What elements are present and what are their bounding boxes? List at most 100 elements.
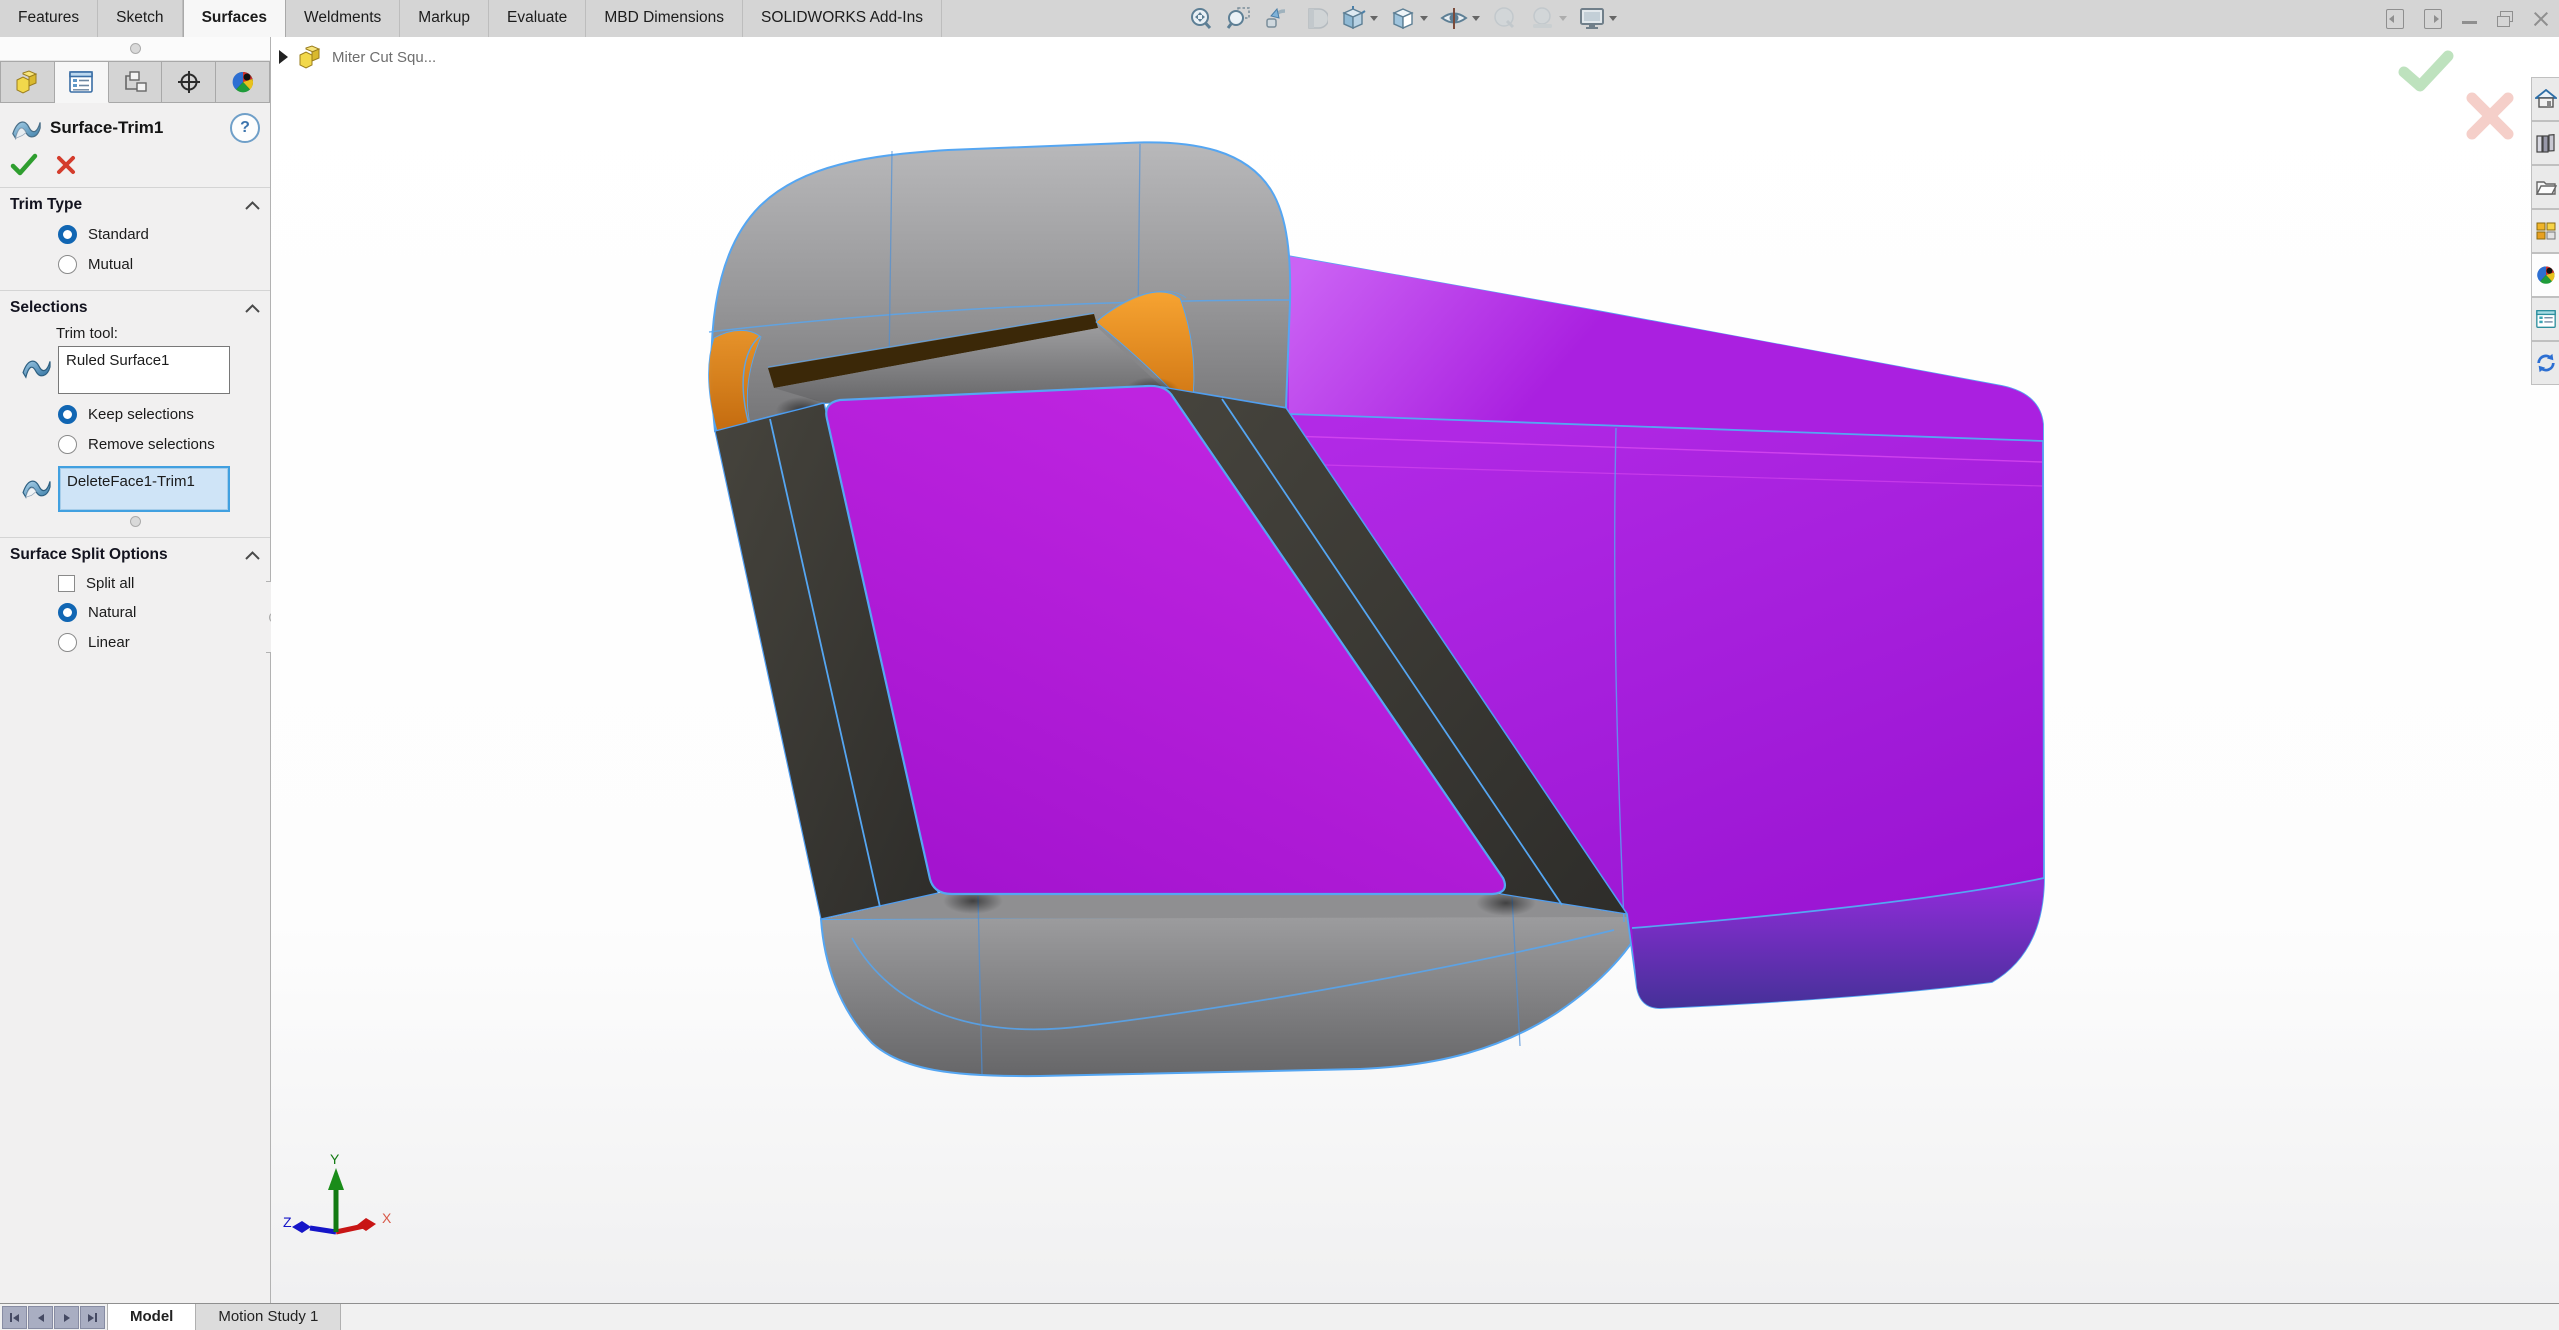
radio-linear[interactable]: Linear	[58, 633, 260, 652]
checkbox-split-all[interactable]: Split all	[58, 575, 260, 592]
solidworks-window: Features Sketch Surfaces Weldments Marku…	[0, 0, 2559, 1330]
selections-title: Selections	[10, 299, 88, 316]
trim-type-header[interactable]: Trim Type	[10, 196, 260, 214]
triad-y-arrow	[328, 1168, 344, 1190]
tab-features[interactable]: Features	[0, 0, 99, 37]
tab-property-manager[interactable]	[54, 61, 109, 103]
collapse-chevron-icon[interactable]	[245, 303, 260, 313]
radio-remove-label: Remove selections	[88, 436, 215, 453]
apply-scene-icon[interactable]	[1527, 3, 1569, 34]
tab-mbd-dimensions[interactable]: MBD Dimensions	[586, 0, 744, 37]
appearances-scenes-icon[interactable]	[2531, 253, 2559, 297]
radio-standard[interactable]: Standard	[58, 225, 260, 244]
last-tab-button[interactable]	[80, 1306, 105, 1329]
command-manager-bar: Features Sketch Surfaces Weldments Marku…	[0, 0, 2559, 38]
trim-tool-row: Ruled Surface1	[16, 346, 252, 394]
display-style-icon[interactable]	[1387, 3, 1430, 34]
design-library-icon[interactable]	[2531, 121, 2559, 165]
triad-z-arrow	[292, 1221, 311, 1233]
tab-model[interactable]: Model	[107, 1304, 197, 1330]
triad-y-label: Y	[330, 1151, 340, 1167]
radio-natural[interactable]: Natural	[58, 603, 260, 622]
view-palette-icon[interactable]	[2531, 209, 2559, 253]
solidworks-forum-icon[interactable]	[2531, 341, 2559, 385]
radio-remove-selections[interactable]: Remove selections	[58, 435, 260, 454]
first-tab-button[interactable]	[2, 1306, 27, 1329]
keep-surface-icon	[16, 466, 58, 500]
radio-mutual[interactable]: Mutual	[58, 255, 260, 274]
home-icon[interactable]	[2531, 77, 2559, 121]
tab-motion-study[interactable]: Motion Study 1	[196, 1304, 342, 1330]
graphics-area[interactable]: Miter Cut Squ... Y Z X	[271, 37, 2559, 1303]
radio-standard-circle[interactable]	[58, 225, 77, 244]
coordinate-triad: Y Z X	[283, 1151, 392, 1235]
panel-resize-grip[interactable]	[0, 37, 270, 61]
configuration-manager-icon	[125, 71, 147, 92]
view-settings-caret[interactable]	[1609, 16, 1617, 21]
hide-show-caret[interactable]	[1472, 16, 1480, 21]
pieces-to-keep-listbox[interactable]: DeleteFace1-Trim1	[58, 466, 230, 512]
section-view-icon[interactable]	[1299, 3, 1330, 34]
confirm-ok-icon[interactable]	[2398, 50, 2454, 92]
trim-tool-value[interactable]: Ruled Surface1	[66, 352, 169, 369]
help-button[interactable]: ?	[230, 113, 260, 143]
display-style-caret[interactable]	[1420, 16, 1428, 21]
edit-appearance-icon[interactable]	[1489, 3, 1520, 34]
tab-display-manager[interactable]	[216, 61, 270, 103]
close-icon[interactable]	[2533, 11, 2549, 27]
view-settings-icon[interactable]	[1576, 3, 1619, 34]
collapse-left-pane-icon[interactable]	[2386, 8, 2404, 29]
next-tab-button[interactable]	[54, 1306, 79, 1329]
view-orientation-caret[interactable]	[1370, 16, 1378, 21]
collapse-right-pane-icon[interactable]	[2424, 8, 2442, 29]
split-all-checkbox[interactable]	[58, 575, 75, 592]
ok-cancel-row	[0, 147, 270, 187]
collapse-chevron-icon[interactable]	[245, 200, 260, 210]
triad-x-label: X	[382, 1210, 392, 1226]
listbox-resize-grip[interactable]	[10, 516, 260, 527]
radio-mutual-circle[interactable]	[58, 255, 77, 274]
tab-feature-manager-tree[interactable]	[0, 61, 55, 103]
tab-nav-buttons	[0, 1304, 107, 1330]
tab-configuration-manager[interactable]	[108, 61, 163, 103]
tab-sketch[interactable]: Sketch	[98, 0, 183, 37]
keep-list-row: DeleteFace1-Trim1	[16, 466, 252, 512]
radio-remove-circle[interactable]	[58, 435, 77, 454]
radio-linear-circle[interactable]	[58, 633, 77, 652]
property-manager-icon	[69, 71, 93, 93]
previous-tab-button[interactable]	[28, 1306, 53, 1329]
hide-show-items-icon[interactable]	[1437, 3, 1482, 34]
minimize-icon[interactable]	[2462, 21, 2477, 24]
pieces-to-keep-value[interactable]: DeleteFace1-Trim1	[67, 473, 195, 490]
confirm-cancel-icon[interactable]	[2466, 92, 2514, 140]
zoom-to-area-icon[interactable]	[1223, 3, 1254, 34]
restore-icon[interactable]	[2497, 10, 2513, 27]
zoom-to-fit-icon[interactable]	[1185, 3, 1216, 34]
surface-split-header[interactable]: Surface Split Options	[10, 546, 260, 564]
tab-surfaces[interactable]: Surfaces	[182, 0, 287, 37]
model-bottom-end-cap[interactable]	[819, 888, 1648, 1078]
tab-evaluate[interactable]: Evaluate	[489, 0, 587, 37]
cancel-button[interactable]	[56, 155, 76, 175]
radio-natural-circle[interactable]	[58, 603, 77, 622]
file-explorer-icon[interactable]	[2531, 165, 2559, 209]
radio-keep-circle[interactable]	[58, 405, 77, 424]
collapse-chevron-icon[interactable]	[245, 550, 260, 560]
tab-dimxpert-manager[interactable]	[162, 61, 217, 103]
trim-tool-listbox[interactable]: Ruled Surface1	[58, 346, 230, 394]
manager-tabs	[0, 61, 270, 103]
selections-header[interactable]: Selections	[10, 299, 260, 317]
radio-keep-selections[interactable]: Keep selections	[58, 405, 260, 424]
previous-view-icon[interactable]	[1261, 3, 1292, 34]
tab-solidworks-addins[interactable]: SOLIDWORKS Add-Ins	[743, 0, 942, 37]
dimxpert-manager-icon	[177, 71, 200, 93]
ok-button[interactable]	[10, 153, 38, 177]
model-3d-view[interactable]: Y Z X	[271, 37, 2559, 1303]
apply-scene-caret[interactable]	[1559, 16, 1567, 21]
tab-markup[interactable]: Markup	[400, 0, 489, 37]
view-orientation-icon[interactable]	[1337, 3, 1380, 34]
trim-tool-label: Trim tool:	[56, 325, 118, 342]
tab-weldments[interactable]: Weldments	[286, 0, 401, 37]
custom-properties-icon[interactable]	[2531, 297, 2559, 341]
model-top-end-cap[interactable]	[708, 141, 1292, 433]
